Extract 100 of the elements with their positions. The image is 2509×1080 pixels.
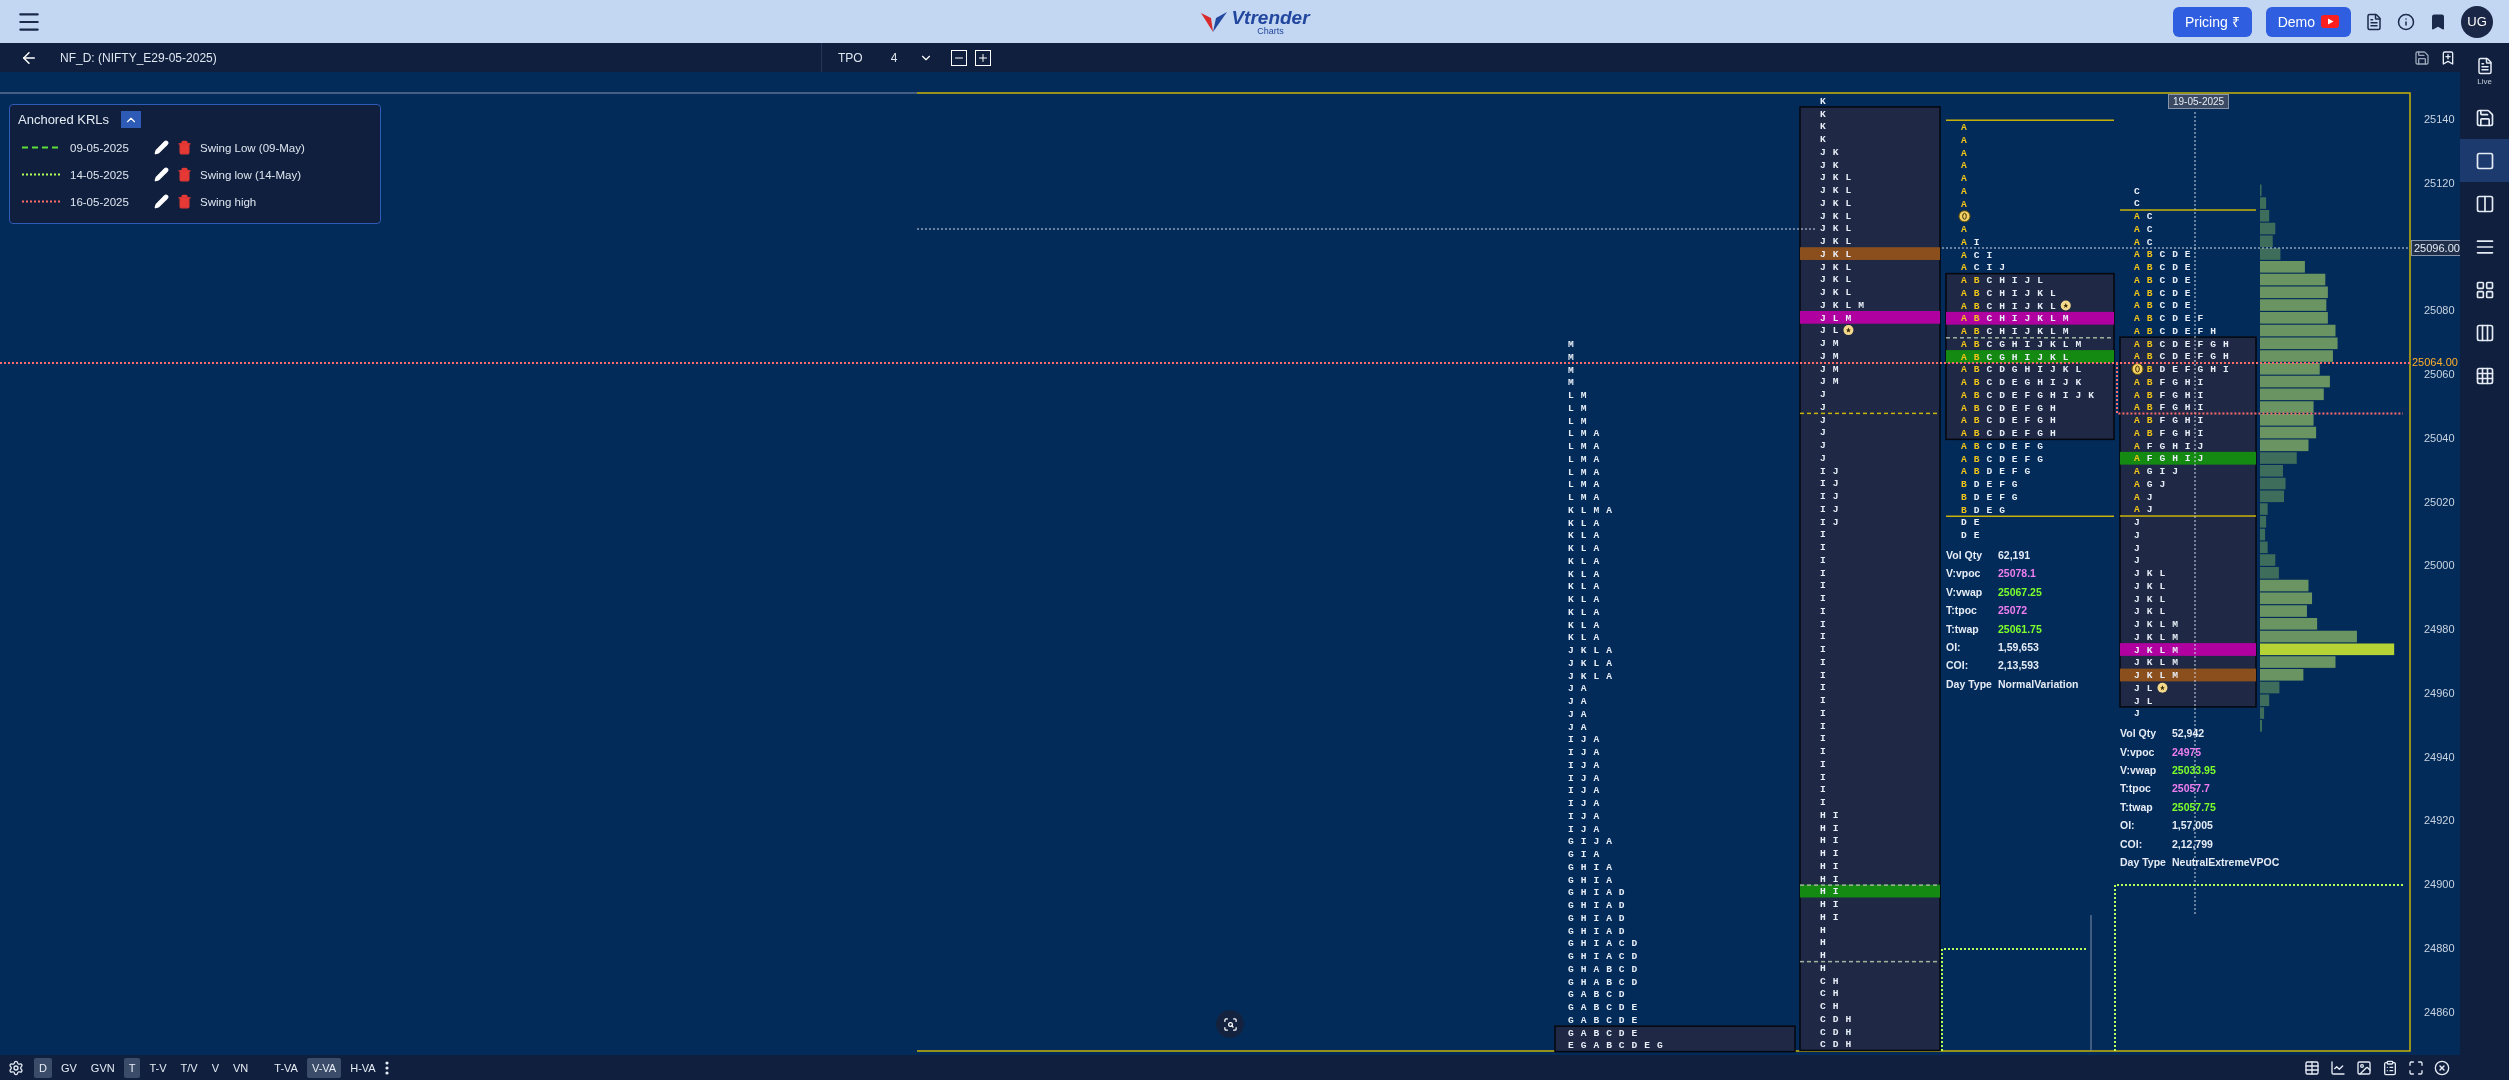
- tpo-row: J K L: [1820, 185, 1852, 197]
- user-avatar[interactable]: UG: [2461, 5, 2493, 38]
- tpo-row: J: [1820, 401, 1827, 413]
- delete-button[interactable]: [177, 167, 192, 182]
- tpo-row: B D E F G H I: [2146, 364, 2230, 376]
- tpo-row: J K L: [2134, 593, 2166, 605]
- tpo-row: L M: [1568, 390, 1588, 402]
- notes-button[interactable]: [2475, 57, 2494, 75]
- tpo-row: G I A: [1568, 849, 1600, 861]
- fullscreen-button[interactable]: [2408, 1059, 2424, 1076]
- tpo-row: G H I A D: [1568, 925, 1626, 937]
- price-label: 24940: [2424, 750, 2455, 763]
- tpo-row: M: [1568, 377, 1575, 389]
- view-toggle[interactable]: V: [206, 1057, 225, 1078]
- tpo-row: I: [1820, 656, 1827, 668]
- tpo-row: H I: [1820, 822, 1840, 834]
- edit-button[interactable]: [154, 140, 169, 155]
- stat-value: 62,191: [1998, 549, 2032, 562]
- settings-button[interactable]: [8, 1059, 24, 1076]
- tpo-row: J L: [1820, 325, 1840, 337]
- view-toggle[interactable]: T-VA: [269, 1057, 303, 1078]
- zoom-in-button[interactable]: [975, 49, 992, 66]
- zoom-out-button[interactable]: [951, 49, 968, 66]
- tpo-row: A G I J: [2134, 466, 2179, 478]
- tpo-row: J M: [1820, 363, 1840, 375]
- view-toggle[interactable]: D: [34, 1057, 52, 1078]
- tpo-row: D E: [1961, 517, 1981, 529]
- tpo-row: I J: [1820, 465, 1840, 477]
- table-button[interactable]: [2304, 1059, 2320, 1076]
- info-button[interactable]: [2397, 12, 2415, 31]
- plus-icon: [977, 51, 990, 64]
- tpo-row: A B C H I J K L: [1961, 300, 2057, 312]
- video-icon: [2321, 15, 2339, 28]
- tpo-row: I: [1820, 758, 1827, 770]
- tpo-row: M: [1568, 364, 1575, 376]
- tpo-row: J A: [1568, 696, 1588, 708]
- tpo-row: B D E G: [1961, 504, 2006, 516]
- krl-label: Swing Low (09-May): [200, 141, 305, 154]
- line-chart-button[interactable]: [2330, 1059, 2346, 1076]
- tpo-row: A: [1961, 185, 1968, 197]
- tpo-row: G H I A D: [1568, 887, 1626, 899]
- tpo-row: G I J A: [1568, 836, 1613, 848]
- volume-bar: [2260, 605, 2307, 617]
- tpo-row: H: [1820, 937, 1827, 949]
- tpo-row: I: [1820, 771, 1827, 783]
- square-icon: [2474, 150, 2495, 171]
- tpo-row: I: [1820, 707, 1827, 719]
- tpo-row: A B C D E G H I J K: [1961, 377, 2082, 389]
- tpo-row: L M A: [1568, 466, 1600, 478]
- tpo-row: A B C D E: [2134, 249, 2192, 261]
- view-toggle[interactable]: GV: [55, 1057, 82, 1078]
- tpo-row: G H I A C D: [1568, 938, 1638, 950]
- tpo-row: J A: [1568, 683, 1588, 695]
- toolbar-button[interactable]: [2460, 139, 2509, 182]
- delete-button[interactable]: [177, 194, 192, 209]
- krl-label: Swing low (14-May): [200, 168, 301, 181]
- pricing-button[interactable]: Pricing ₹: [2172, 6, 2252, 37]
- tpo-row: J: [1820, 452, 1827, 464]
- save-button[interactable]: [2414, 49, 2430, 66]
- tpo-row: A B D E F G: [1961, 466, 2031, 478]
- tpo-row: J K L: [1820, 197, 1852, 209]
- tpo-row: A C: [2134, 211, 2154, 223]
- more-button[interactable]: [384, 1060, 389, 1075]
- volume-bar: [2260, 375, 2330, 388]
- edit-button[interactable]: [154, 167, 169, 182]
- tpo-row: A B C D E F G: [1961, 453, 2044, 465]
- fit-button[interactable]: [1216, 1010, 1244, 1038]
- edit-button[interactable]: [154, 194, 169, 209]
- tpo-row: J M: [1820, 350, 1840, 362]
- stat-value: 24975: [2172, 745, 2203, 759]
- view-toggle[interactable]: V-VA: [306, 1057, 342, 1078]
- tpo-row: A F G H I J: [2134, 453, 2204, 465]
- tpo-row: J K L M: [2134, 619, 2179, 631]
- bookmark-button[interactable]: [2429, 12, 2447, 31]
- stat-label: Day Type: [1946, 677, 1993, 691]
- demo-button[interactable]: Demo: [2265, 6, 2351, 37]
- nine-grid-icon: [2474, 365, 2495, 386]
- krl-date: 09-05-2025: [70, 141, 130, 154]
- tpo-row: A B C D E F G H: [2134, 351, 2230, 363]
- tpo-row: H I: [1820, 873, 1840, 885]
- view-toggle[interactable]: GVN: [85, 1057, 120, 1078]
- close-button[interactable]: [2434, 1059, 2450, 1076]
- view-toggle[interactable]: VN: [228, 1057, 254, 1078]
- volume-bar: [2260, 477, 2286, 490]
- tpo-row: K L A: [1568, 530, 1600, 542]
- tpo-row: L M: [1568, 415, 1588, 427]
- columns-icon: [2474, 193, 2495, 214]
- panel-button[interactable]: [2382, 1059, 2398, 1076]
- view-toggle[interactable]: T/V: [175, 1057, 203, 1078]
- view-toggle[interactable]: T-V: [144, 1057, 172, 1078]
- delete-button[interactable]: [177, 140, 192, 155]
- image-button[interactable]: [2356, 1059, 2372, 1076]
- view-toggle[interactable]: H-VA: [345, 1057, 381, 1078]
- document-button[interactable]: [2365, 12, 2383, 31]
- bookmark-add-button[interactable]: [2440, 49, 2456, 66]
- collapse-button[interactable]: [121, 111, 142, 128]
- stat-value: 2,13,593: [1998, 659, 2040, 672]
- tpo-row: A B C D E F G H: [2134, 338, 2230, 350]
- tpo-row: A: [1961, 224, 1968, 236]
- view-toggle[interactable]: T: [123, 1057, 141, 1078]
